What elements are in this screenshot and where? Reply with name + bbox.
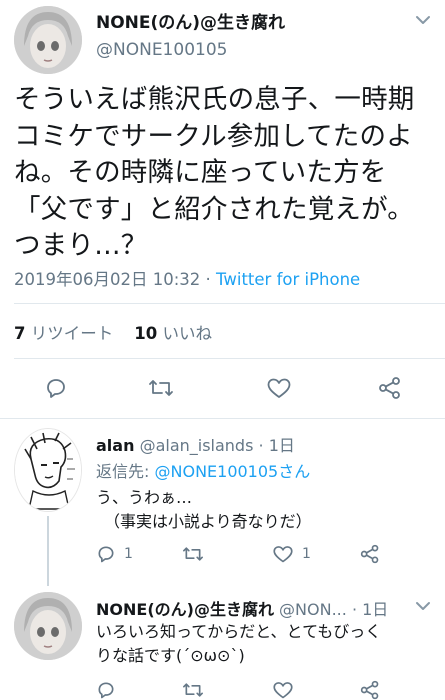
caret-down-icon[interactable]	[415, 600, 431, 612]
thread-line	[47, 516, 49, 586]
client-link[interactable]: Twitter for iPhone	[216, 270, 360, 289]
retweet-button[interactable]	[148, 376, 174, 400]
display-name[interactable]: NONE(のん)@生き腐れ	[96, 600, 274, 619]
tweet-text-line: ね。その時隣に座っていた方を	[14, 157, 387, 188]
share-button[interactable]	[378, 376, 402, 400]
reply-text: う、うわぁ… （事実は小説より奇なりだ）	[96, 486, 312, 534]
avatar[interactable]	[14, 6, 82, 74]
avatar[interactable]	[14, 428, 82, 512]
like-button[interactable]: 1	[272, 544, 311, 564]
reply-button[interactable]	[96, 680, 116, 700]
reply-to-mention[interactable]: @NONE100105さん	[155, 462, 311, 481]
retweet-stat[interactable]: 7 リツイート	[14, 324, 113, 343]
retweet-count: 7	[14, 324, 26, 343]
reply-text: いろいろ知ってからだと、とてもびっく りな話です(´⊙ω⊙`)	[96, 620, 381, 668]
reply-count: 1	[124, 546, 133, 562]
meta-separator: ·	[200, 270, 217, 289]
reply-header: alan @alan_islands · 1日	[96, 432, 295, 456]
like-icon	[273, 682, 293, 699]
retweet-button[interactable]	[182, 680, 204, 700]
retweet-label: リツイート	[30, 324, 114, 343]
retweet-icon	[149, 380, 173, 396]
divider	[14, 358, 445, 359]
like-icon	[273, 546, 293, 563]
divider	[14, 303, 445, 304]
tweet-text: そういえば熊沢氏の息子、一時期 コミケでサークル参加してたのよ ね。その時隣に座…	[14, 82, 439, 265]
tweet-text-line: つまり…？	[14, 230, 148, 261]
tweet-meta: 2019年06月02日 10:32 · Twitter for iPhone	[14, 266, 360, 290]
like-icon	[267, 378, 291, 398]
reply-text-line: いろいろ知ってからだと、とてもびっく	[96, 622, 382, 641]
tweet-text-line: 「父です」と紹介された覚えが。	[14, 193, 414, 225]
avatar-image	[14, 592, 82, 660]
timestamp[interactable]: 2019年06月02日 10:32	[14, 270, 200, 289]
share-button[interactable]	[360, 680, 380, 700]
share-icon	[360, 544, 379, 564]
share-icon	[379, 377, 400, 399]
retweet-button[interactable]	[182, 544, 212, 564]
avatar-image	[14, 6, 82, 74]
reply-button[interactable]: 1	[96, 544, 133, 564]
reply-icon	[98, 546, 114, 563]
caret-down-icon[interactable]	[415, 14, 431, 26]
user-handle[interactable]: @NONE100105	[96, 40, 227, 60]
like-stat[interactable]: 10 いいね	[134, 324, 212, 343]
like-count: 10	[134, 324, 158, 343]
reply-to: 返信先: @NONE100105さん	[96, 458, 310, 482]
user-handle[interactable]: @NON...	[279, 600, 347, 619]
reply-time[interactable]: · 1日	[259, 436, 295, 455]
user-handle[interactable]: @alan_islands	[140, 436, 254, 455]
section-divider	[0, 418, 445, 419]
reply-text-line: （事実は小説より奇なりだ）	[104, 512, 312, 531]
tweet-stats: 7 リツイート 10 いいね	[14, 320, 212, 344]
like-count: 1	[302, 546, 311, 562]
reply-header: NONE(のん)@生き腐れ @NON... · 1日	[96, 596, 388, 620]
reply-time[interactable]: · 1日	[352, 600, 388, 619]
reply-text-line: う、うわぁ…	[96, 488, 193, 507]
tweet-text-line: コミケでサークル参加してたのよ	[14, 120, 413, 152]
like-label: いいね	[162, 324, 212, 343]
retweet-icon	[182, 683, 203, 697]
reply-icon	[98, 682, 114, 699]
reply-text-line: りな話です(´⊙ω⊙`)	[96, 646, 245, 665]
avatar[interactable]	[14, 592, 82, 660]
tweet-text-line: そういえば熊沢氏の息子、一時期	[14, 84, 415, 115]
avatar-image	[15, 429, 81, 511]
display-name[interactable]: alan	[96, 436, 134, 455]
share-button[interactable]	[360, 544, 380, 564]
reply-to-label: 返信先:	[96, 462, 150, 481]
share-icon	[360, 680, 379, 700]
like-button[interactable]	[272, 680, 294, 700]
display-name[interactable]: NONE(のん)@生き腐れ	[96, 8, 285, 33]
reply-icon	[47, 379, 65, 398]
like-button[interactable]	[266, 376, 292, 400]
retweet-icon	[182, 547, 203, 561]
reply-button[interactable]	[44, 376, 68, 400]
